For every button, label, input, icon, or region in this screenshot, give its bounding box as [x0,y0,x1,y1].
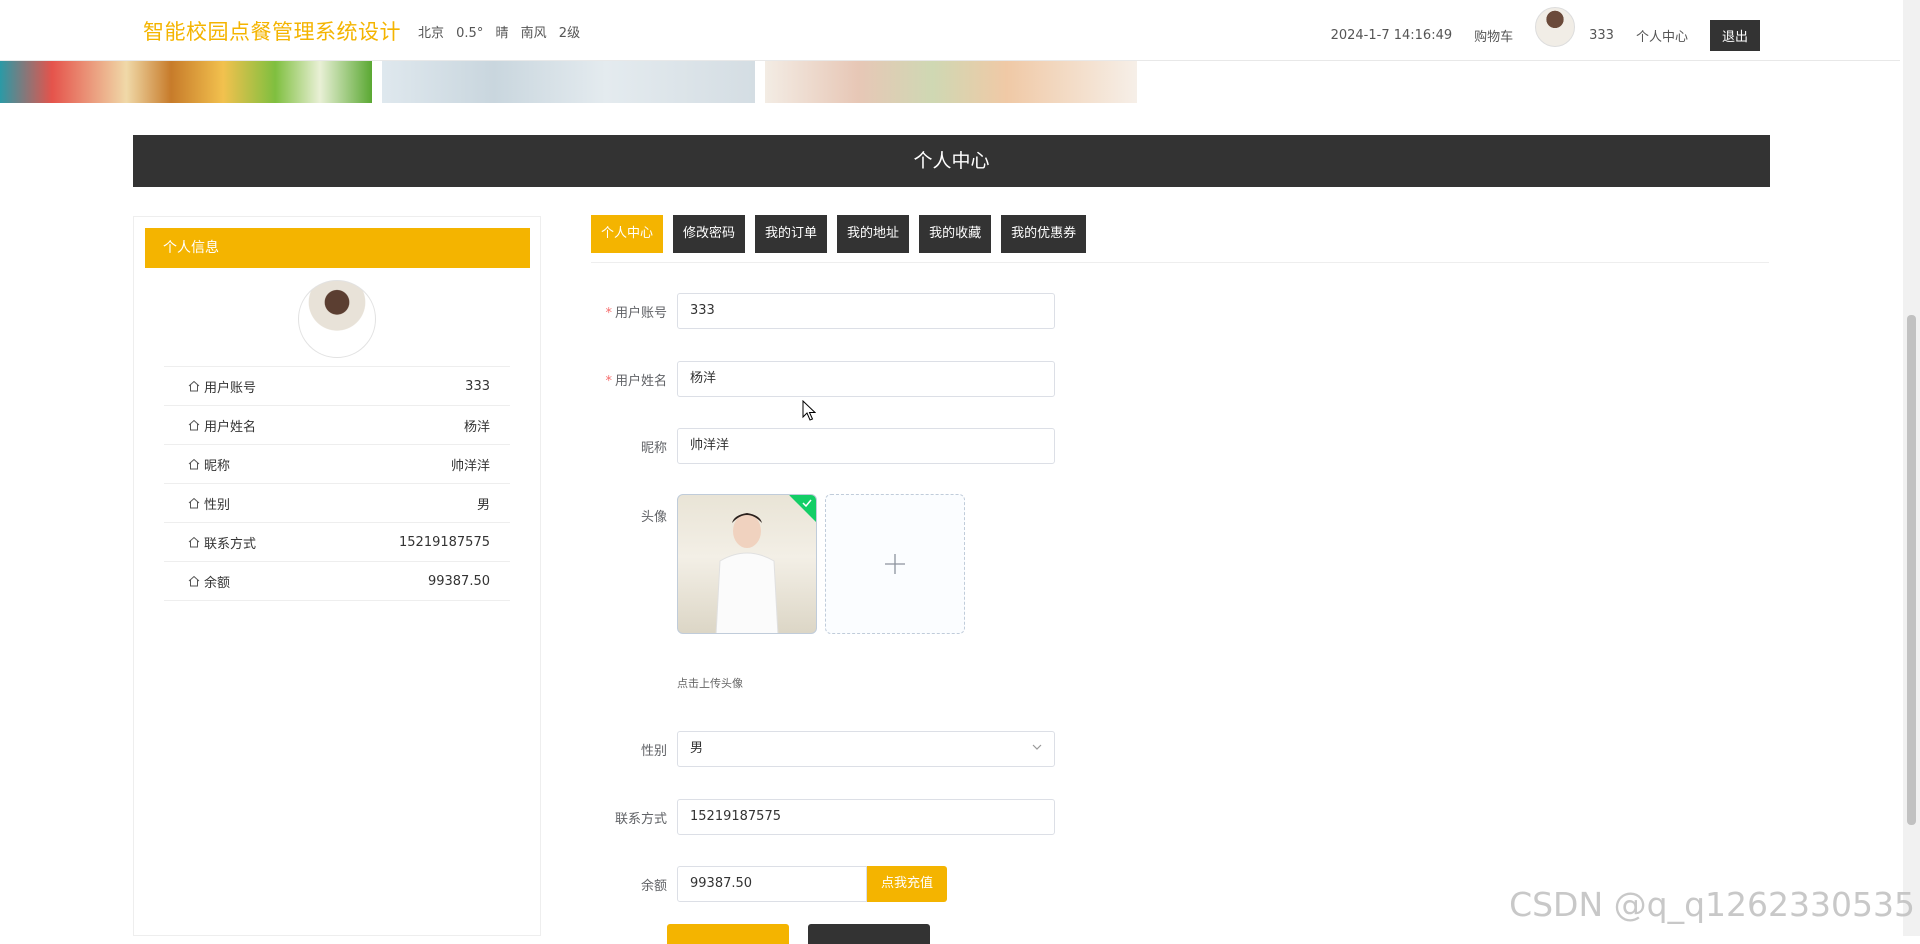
personal-info-panel: 个人信息 用户账号 333 用户姓名 杨洋 昵称 帅洋洋 性别 男 联系方式 1… [133,216,541,936]
name-label-wrap: * 用户姓名 [591,370,677,389]
form-row-name: * 用户姓名 杨洋 [591,361,1055,397]
info-label: 用户姓名 [204,419,257,435]
account-label-wrap: * 用户账号 [591,302,677,321]
info-row-balance: 余额 99387.50 [164,561,510,601]
person-photo-icon [715,513,779,633]
tab-change-password[interactable]: 修改密码 [673,215,746,253]
upload-tip: 点击上传头像 [677,677,743,690]
phone-input[interactable]: 15219187575 [677,799,1055,835]
gender-value: 男 [690,741,704,756]
plus-icon [885,554,905,574]
info-row-account: 用户账号 333 [164,366,510,405]
home-icon [188,380,200,392]
form-row-balance: 余额 99387.50 点我充值 [591,866,948,902]
weather-temp: 0.5° [456,26,484,41]
account-input[interactable]: 333 [677,293,1055,329]
info-value: 杨洋 [463,419,490,435]
home-icon [188,575,200,587]
info-value: 333 [465,378,490,394]
account-label: 用户账号 [614,305,667,321]
watermark: CSDN @q_q1262330535 [1509,885,1915,924]
info-row-gender: 性别 男 [164,483,510,522]
tab-my-address[interactable]: 我的地址 [837,215,910,253]
phone-label: 联系方式 [614,811,667,827]
site-title[interactable]: 智能校园点餐管理系统设计 [143,16,401,46]
info-value: 15219187575 [399,534,490,550]
tab-profile[interactable]: 个人中心 [591,215,664,253]
tab-my-coupons[interactable]: 我的优惠券 [1001,215,1087,253]
profile-avatar [298,280,376,358]
weather-wind-dir: 南风 [520,26,547,41]
info-row-name: 用户姓名 杨洋 [164,405,510,444]
home-icon [188,419,200,431]
form-row-gender: 性别 男 [591,731,1055,767]
page-scrollbar[interactable] [1903,0,1920,936]
mouse-cursor-icon [802,400,816,421]
home-icon [188,497,200,509]
header-username: 333 [1589,27,1614,43]
info-label: 余额 [204,575,231,591]
gender-label: 性别 [640,743,667,759]
header-avatar[interactable] [1535,7,1576,47]
logout-form-button[interactable] [808,924,930,944]
top-header: 智能校园点餐管理系统设计 北京 0.5° 晴 南风 2级 2024-1-7 14… [0,0,1900,61]
logout-button[interactable]: 退出 [1709,19,1760,51]
info-value: 99387.50 [427,573,490,589]
info-row-nickname: 昵称 帅洋洋 [164,444,510,483]
name-label: 用户姓名 [614,373,667,389]
avatar-thumbnail[interactable] [677,494,817,634]
tab-divider [591,262,1769,263]
gender-select[interactable]: 男 [677,731,1055,767]
header-right: 2024-1-7 14:16:49 购物车 333 个人中心 退出 [1309,7,1760,60]
cart-link[interactable]: 购物车 [1474,26,1513,45]
home-icon [188,458,200,470]
info-label: 性别 [204,497,231,513]
profile-link[interactable]: 个人中心 [1636,26,1688,45]
personal-info-heading: 个人信息 [145,228,530,268]
header-datetime: 2024-1-7 14:16:49 [1330,27,1453,43]
weather-widget: 北京 0.5° 晴 南风 2级 [418,22,588,41]
avatar-label: 头像 [640,510,667,525]
check-icon [802,499,812,508]
tab-my-orders[interactable]: 我的订单 [755,215,828,253]
balance-label: 余额 [640,878,667,894]
tab-my-favorites[interactable]: 我的收藏 [919,215,992,253]
form-row-nickname: 昵称 帅洋洋 [591,428,1055,464]
form-row-account: * 用户账号 333 [591,293,1055,329]
avatar-upload: 头像 [591,494,965,634]
required-mark: * [605,373,612,389]
recharge-button[interactable]: 点我充值 [867,866,948,902]
info-list: 用户账号 333 用户姓名 杨洋 昵称 帅洋洋 性别 男 联系方式 152191… [164,366,510,601]
info-row-phone: 联系方式 15219187575 [164,522,510,561]
weather-wind-level: 2级 [558,26,581,41]
info-value: 男 [476,497,490,513]
info-label: 昵称 [204,458,231,474]
profile-tabs: 个人中心 修改密码 我的订单 我的地址 我的收藏 我的优惠券 [591,215,1096,253]
required-mark: * [605,305,612,321]
weather-condition: 晴 [495,26,509,41]
chevron-down-icon [1032,744,1042,750]
info-value: 帅洋洋 [450,458,490,474]
info-label: 联系方式 [204,536,257,552]
info-label: 用户账号 [204,380,257,396]
update-info-button[interactable] [667,924,789,944]
weather-city: 北京 [418,26,445,41]
balance-input[interactable]: 99387.50 [677,866,867,902]
nickname-input[interactable]: 帅洋洋 [677,428,1055,464]
nickname-label: 昵称 [640,440,667,456]
upload-add-button[interactable] [825,494,965,634]
page-title: 个人中心 [133,135,1770,187]
scrollbar-thumb[interactable] [1907,315,1916,825]
name-input[interactable]: 杨洋 [677,361,1055,397]
home-icon [188,536,200,548]
form-row-phone: 联系方式 15219187575 [591,799,1055,835]
